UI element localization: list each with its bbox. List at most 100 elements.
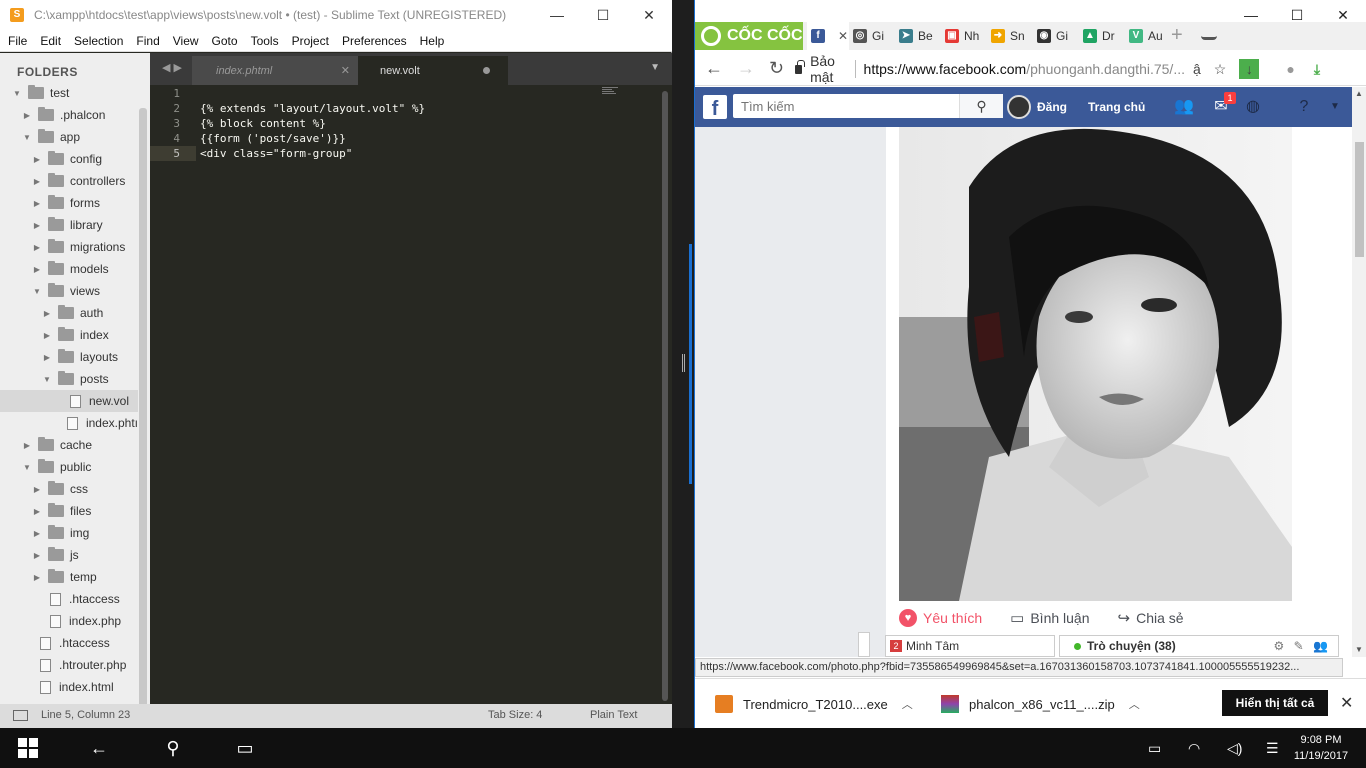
browser-tab[interactable]: ◎ Gi: [849, 22, 895, 50]
tree-folder[interactable]: ▼ views: [0, 280, 138, 302]
system-clock[interactable]: 9:08 PM 11/19/2017: [1290, 732, 1352, 764]
chevron-right-icon[interactable]: ▶: [32, 507, 42, 516]
code-line[interactable]: <div class="form-group": [200, 146, 352, 161]
tree-folder[interactable]: ▶ files: [0, 500, 138, 522]
tree-folder[interactable]: ▶ migrations: [0, 236, 138, 258]
bookmark-star-icon[interactable]: ☆: [1214, 61, 1227, 78]
browser-tab[interactable]: ➤ Be: [895, 22, 941, 50]
download-icon[interactable]: ↓: [1239, 59, 1260, 79]
chevron-right-icon[interactable]: ▶: [32, 551, 42, 560]
chevron-right-icon[interactable]: ▶: [42, 331, 52, 340]
editor-scrollbar[interactable]: [662, 91, 668, 701]
chevron-down-icon[interactable]: ▼: [32, 287, 42, 296]
browser-tab[interactable]: ◉ Gi: [1033, 22, 1079, 50]
avatar[interactable]: [1007, 95, 1031, 119]
tab-nav-arrows-icon[interactable]: ◀ ▶: [162, 61, 182, 74]
minimize-icon[interactable]: —: [1228, 0, 1274, 30]
tree-folder[interactable]: ▶ controllers: [0, 170, 138, 192]
url-bar[interactable]: Bảo mật https://www.facebook.com /phuong…: [789, 53, 1185, 85]
reload-icon[interactable]: ↻: [769, 58, 785, 79]
battery-icon[interactable]: ▭: [1148, 740, 1161, 757]
translate-icon[interactable]: ậ: [1193, 61, 1201, 77]
menu-goto[interactable]: Goto: [212, 34, 238, 48]
search-icon[interactable]: ⚲: [959, 94, 1003, 118]
tree-file[interactable]: new.vol: [0, 390, 138, 412]
gear-icon[interactable]: ⚙: [1274, 639, 1285, 653]
compose-icon[interactable]: ✎: [1294, 639, 1304, 653]
syntax-mode[interactable]: Plain Text: [590, 709, 638, 721]
task-view-icon[interactable]: ▭: [222, 728, 268, 768]
menu-project[interactable]: Project: [292, 34, 329, 48]
sublime-title-bar[interactable]: S C:\xampp\htdocs\test\app\views\posts\n…: [0, 0, 672, 30]
chevron-right-icon[interactable]: ▶: [32, 265, 42, 274]
chevron-right-icon[interactable]: ▶: [32, 243, 42, 252]
tree-folder[interactable]: ▼ posts: [0, 368, 138, 390]
menu-help[interactable]: Help: [420, 34, 445, 48]
add-friend-icon[interactable]: 👥: [1313, 639, 1328, 653]
tree-folder[interactable]: ▶ js: [0, 544, 138, 566]
code-line[interactable]: {% extends "layout/layout.volt" %}: [200, 101, 425, 116]
chevron-down-icon[interactable]: ▼: [42, 375, 52, 384]
tab-size[interactable]: Tab Size: 4: [488, 709, 542, 721]
tree-folder[interactable]: ▶ .phalcon: [0, 104, 138, 126]
minimize-icon[interactable]: —: [534, 0, 580, 30]
chevron-right-icon[interactable]: ▶: [32, 573, 42, 582]
chat-tab-minh-tam[interactable]: 2 Minh Tâm: [885, 635, 1055, 657]
chevron-right-icon[interactable]: ▶: [42, 309, 52, 318]
chevron-right-icon[interactable]: ▶: [32, 529, 42, 538]
code-line[interactable]: {% block content %}: [200, 116, 326, 131]
chat-tab-edge[interactable]: [858, 632, 870, 657]
wifi-icon[interactable]: ◠: [1188, 740, 1200, 757]
chevron-right-icon[interactable]: ▶: [42, 353, 52, 362]
close-icon[interactable]: ✕: [1340, 693, 1353, 713]
start-button[interactable]: [0, 728, 56, 768]
maximize-icon[interactable]: ☐: [1274, 0, 1320, 30]
tree-folder[interactable]: ▶ img: [0, 522, 138, 544]
tab-index-phtml[interactable]: index.phtml ✕: [192, 56, 360, 85]
tree-folder[interactable]: ▶ css: [0, 478, 138, 500]
chevron-right-icon[interactable]: ▶: [22, 111, 32, 120]
browser-tab[interactable]: ▲ Dr: [1079, 22, 1125, 50]
menu-find[interactable]: Find: [136, 34, 159, 48]
menu-tools[interactable]: Tools: [251, 34, 279, 48]
facebook-profile-link[interactable]: Đăng: [1007, 95, 1067, 119]
tree-folder[interactable]: ▼ public: [0, 456, 138, 478]
help-icon[interactable]: ?: [1293, 96, 1315, 118]
url-path[interactable]: /phuonganh.dangthi.75/...: [1026, 61, 1185, 77]
chevron-right-icon[interactable]: ▶: [32, 221, 42, 230]
search-icon[interactable]: ⚲: [150, 728, 196, 768]
facebook-logo-icon[interactable]: f: [703, 95, 727, 120]
scroll-down-icon[interactable]: ▼: [1355, 645, 1363, 654]
chevron-right-icon[interactable]: ▶: [32, 485, 42, 494]
tree-file[interactable]: .htrouter.php: [0, 654, 138, 676]
download-item-trendmicro[interactable]: Trendmicro_T2010....exe ︿: [715, 679, 913, 729]
tree-folder[interactable]: ▼ test: [0, 82, 138, 104]
notifications-globe-icon[interactable]: ◍: [1242, 96, 1264, 118]
chevron-down-icon[interactable]: ▼: [12, 89, 22, 98]
chevron-down-icon[interactable]: ▼: [22, 463, 32, 472]
tree-file[interactable]: .htaccess: [0, 632, 138, 654]
menu-view[interactable]: View: [173, 34, 199, 48]
download-manager-icon[interactable]: ⤓: [1314, 61, 1320, 78]
incognito-icon[interactable]: [1201, 28, 1217, 40]
cursor-position[interactable]: Line 5, Column 23: [41, 709, 130, 721]
chevron-down-icon[interactable]: ▼: [22, 133, 32, 142]
menu-edit[interactable]: Edit: [40, 34, 61, 48]
tree-folder[interactable]: ▶ cache: [0, 434, 138, 456]
tree-file[interactable]: .htaccess: [0, 588, 138, 610]
tab-list-dropdown-icon[interactable]: ▼: [650, 62, 660, 73]
chevron-right-icon[interactable]: ▶: [22, 441, 32, 450]
panel-toggle-icon[interactable]: [13, 710, 28, 721]
security-label[interactable]: Bảo mật: [810, 53, 847, 85]
code-line[interactable]: {{form ('post/save')}}: [200, 131, 346, 146]
tree-folder[interactable]: ▶ config: [0, 148, 138, 170]
menu-preferences[interactable]: Preferences: [342, 34, 407, 48]
maximize-icon[interactable]: ☐: [580, 0, 626, 30]
tree-folder[interactable]: ▶ models: [0, 258, 138, 280]
tree-folder[interactable]: ▶ auth: [0, 302, 138, 324]
download-item-phalcon[interactable]: phalcon_x86_vc11_....zip ︿: [941, 679, 1140, 729]
close-icon[interactable]: ✕: [626, 0, 672, 30]
comment-button[interactable]: ▭ Bình luận: [1010, 609, 1089, 627]
browser-tab[interactable]: V Au: [1125, 22, 1171, 50]
tree-folder[interactable]: ▶ temp: [0, 566, 138, 588]
